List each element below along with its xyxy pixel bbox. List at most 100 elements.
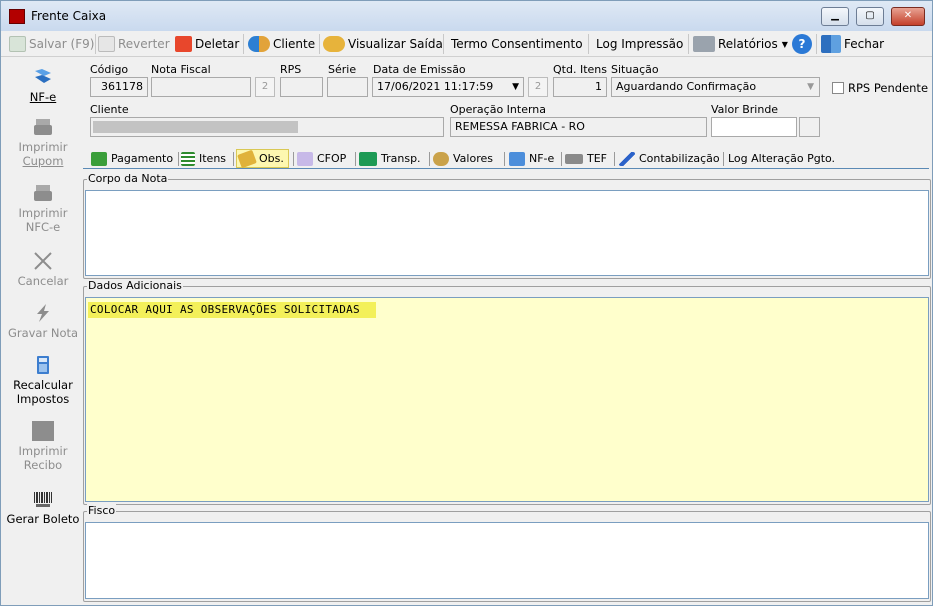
cliente-field[interactable] — [90, 117, 444, 137]
consent-term-button[interactable]: Termo Consentimento — [451, 34, 583, 54]
tab-label: Contabilização — [639, 152, 720, 165]
pencil-icon — [619, 151, 635, 166]
nfe-button[interactable]: NF-e — [5, 67, 81, 104]
data-emissao-field[interactable]: 17/06/2021 11:17:59 ▼ — [372, 77, 524, 97]
delete-button[interactable]: Deletar — [175, 34, 239, 54]
revert-button[interactable]: Reverter — [98, 34, 170, 54]
tab-label: Log Alteração Pgto. — [728, 152, 836, 165]
rps-label: RPS — [280, 63, 302, 76]
serie-label: Série — [328, 63, 357, 76]
print-receipt-label-2: Recibo — [23, 458, 63, 472]
print-nfce-button[interactable]: Imprimir NFC-e — [5, 183, 81, 234]
delete-label: Deletar — [195, 37, 240, 51]
redacted-client-name — [93, 121, 298, 133]
save-button[interactable]: Salvar (F9) — [9, 34, 94, 54]
users-icon — [248, 36, 270, 52]
tab-label: CFOP — [317, 152, 347, 165]
reports-button[interactable]: Relatórios ▼ — [693, 34, 788, 54]
close-window-button[interactable]: ✕ — [891, 7, 925, 26]
brush-icon — [297, 151, 313, 166]
cancel-button[interactable]: Cancelar — [5, 251, 81, 288]
nfe-icon — [35, 69, 51, 83]
nfe-label: NF-e — [29, 90, 57, 104]
print-receipt-button[interactable]: Imprimir Recibo — [5, 421, 81, 472]
data-emissao-label: Data de Emissão — [373, 63, 466, 76]
tab-tef[interactable]: TEF — [565, 149, 607, 168]
view-output-label: Visualizar Saída — [348, 37, 443, 51]
tab-cfop[interactable]: CFOP — [297, 149, 346, 168]
tab-nfe[interactable]: NF-e — [509, 149, 554, 168]
printer-icon — [34, 119, 52, 135]
tab-contabilizacao[interactable]: Contabilização — [619, 149, 720, 168]
client-button[interactable]: Cliente — [248, 34, 315, 54]
nota-fiscal-refresh-button[interactable]: 2 — [255, 77, 275, 97]
calculator-icon — [37, 356, 49, 374]
situacao-value: Aguardando Confirmação — [616, 80, 757, 93]
receipt-icon — [32, 421, 54, 441]
print-log-button[interactable]: Log Impressão — [596, 34, 683, 54]
codigo-label: Código — [90, 63, 129, 76]
save-note-button[interactable]: Gravar Nota — [5, 303, 81, 340]
recalc-taxes-button[interactable]: Recalcular Impostos — [5, 355, 81, 406]
client-label: Cliente — [273, 37, 316, 51]
cancel-label: Cancelar — [17, 274, 69, 288]
fisco-title: Fisco — [87, 504, 117, 517]
data-emissao-value: 17/06/2021 11:17:59 — [377, 80, 494, 93]
tab-label: Valores — [453, 152, 493, 165]
reports-label: Relatórios — [718, 37, 778, 51]
valor-brinde-field[interactable] — [711, 117, 797, 137]
qtd-itens-field[interactable]: 1 — [553, 77, 607, 97]
corpo-nota-textarea[interactable] — [85, 190, 929, 276]
minimize-button[interactable]: ▁ — [821, 7, 849, 26]
view-output-button[interactable]: Visualizar Saída — [323, 34, 443, 54]
tab-valores[interactable]: Valores — [433, 149, 493, 168]
corpo-nota-title: Corpo da Nota — [87, 172, 169, 185]
chevron-down-icon: ▼ — [781, 39, 788, 49]
maximize-button[interactable]: ▢ — [856, 7, 884, 26]
tab-transp[interactable]: Transp. — [359, 149, 421, 168]
data-emissao-refresh-button[interactable]: 2 — [528, 77, 548, 97]
save-note-label: Gravar Nota — [7, 326, 79, 340]
consent-term-label: Termo Consentimento — [451, 37, 583, 51]
fisco-group: Fisco — [83, 504, 931, 602]
print-log-label: Log Impressão — [596, 37, 684, 51]
tab-obs[interactable]: Obs. — [236, 149, 289, 168]
tab-pagamento[interactable]: Pagamento — [91, 149, 173, 168]
tab-label: TEF — [587, 152, 607, 165]
print-receipt-label-1: Imprimir — [18, 444, 68, 458]
operacao-label: Operação Interna — [450, 103, 547, 116]
chevron-down-icon: ▼ — [512, 82, 519, 92]
tab-label: NF-e — [529, 152, 555, 165]
window-title: Frente Caixa — [31, 9, 107, 23]
close-button[interactable]: Fechar — [821, 34, 884, 54]
dados-adicionais-textarea[interactable]: COLOCAR AQUI AS OBSERVAÇÕES SOLICITADAS — [85, 297, 929, 502]
rps-pendente-checkbox[interactable] — [832, 82, 844, 94]
tab-label: Itens — [199, 152, 227, 165]
tag-icon — [237, 149, 257, 168]
minus-icon — [175, 36, 192, 52]
tab-itens[interactable]: Itens — [181, 149, 226, 168]
checkmark-icon — [9, 36, 26, 52]
dados-adicionais-title: Dados Adicionais — [87, 279, 183, 292]
toolbar: Salvar (F9) Reverter Deletar Cliente Vis… — [1, 31, 932, 57]
valor-brinde-extra-field[interactable] — [799, 117, 820, 137]
codigo-field[interactable]: 361178 — [90, 77, 148, 97]
serie-field[interactable] — [327, 77, 368, 97]
lightning-icon — [37, 304, 49, 322]
recalc-label-1: Recalcular — [13, 378, 73, 392]
tab-log-alteracao-pgto[interactable]: Log Alteração Pgto. — [728, 149, 835, 168]
operacao-field[interactable]: REMESSA FABRICA - RO — [450, 117, 707, 137]
rps-field[interactable] — [280, 77, 323, 97]
generate-boleto-button[interactable]: Gerar Boleto — [5, 489, 81, 526]
tab-strip: Pagamento Itens Obs. CFOP Transp. Valore… — [83, 147, 929, 169]
situacao-select[interactable]: Aguardando Confirmação ▼ — [611, 77, 820, 97]
card-icon — [565, 153, 583, 164]
app-icon — [9, 9, 25, 24]
nota-fiscal-field[interactable] — [151, 77, 251, 97]
fisco-textarea[interactable] — [85, 522, 929, 599]
help-button[interactable]: ? — [792, 34, 815, 54]
money-bag-icon — [433, 151, 449, 166]
valor-brinde-label: Valor Brinde — [711, 103, 779, 116]
generate-boleto-label: Gerar Boleto — [6, 512, 80, 526]
print-coupon-button[interactable]: Imprimir Cupom — [5, 117, 81, 168]
